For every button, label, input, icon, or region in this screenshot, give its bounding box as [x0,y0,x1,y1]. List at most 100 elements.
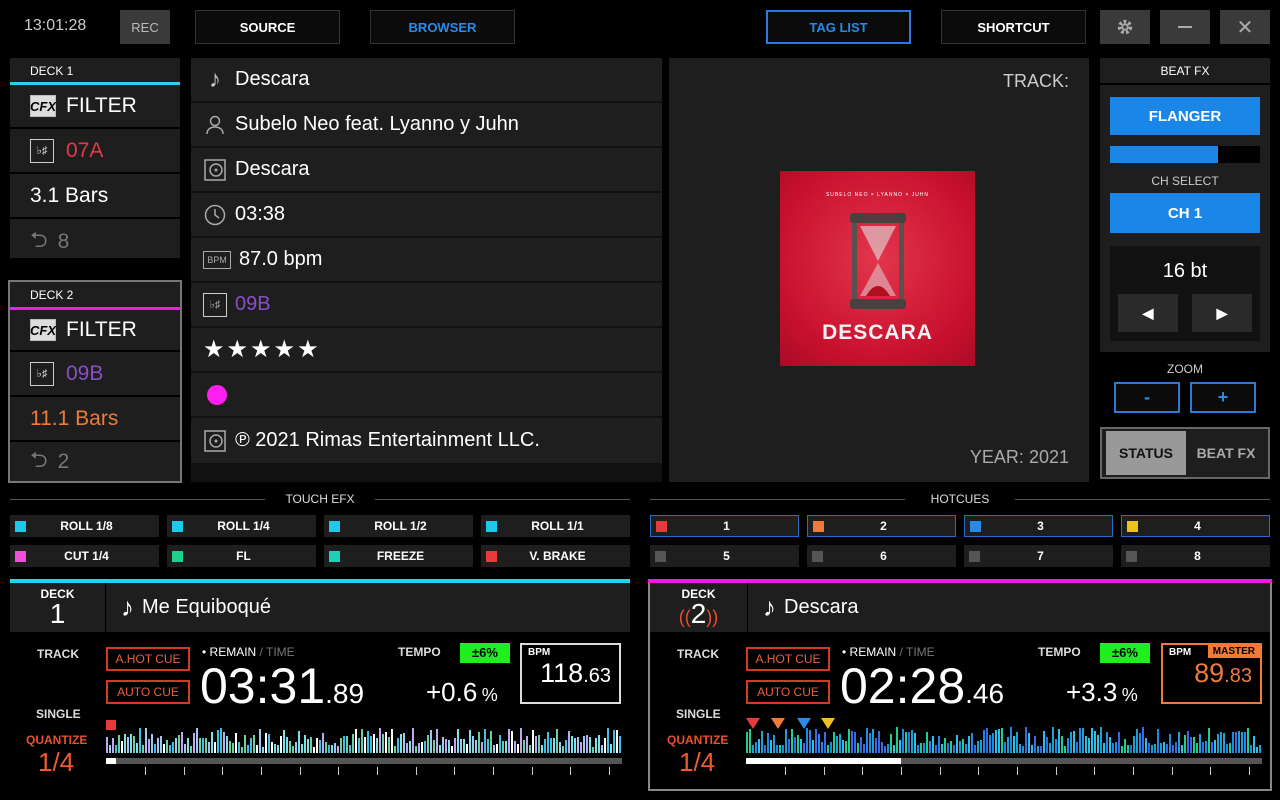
beat-next-button[interactable]: ▶ [1192,294,1252,332]
key-icon: ♭♯ [30,361,54,386]
pad-color-swatch [1126,550,1137,562]
deck-a-bpm-label: BPM [528,647,551,658]
pad-label: FL [236,549,251,563]
music-note-icon: ♪ [209,65,221,93]
key-row: ♭♯ 09B [191,283,662,328]
efx-pad-1[interactable]: ROLL 1/8 [10,515,159,537]
flanger-button[interactable]: FLANGER [1110,97,1260,135]
album-icon [203,429,227,453]
efx-pad-2[interactable]: ROLL 1/4 [167,515,316,537]
hotcue-pad-6[interactable]: 6 [807,545,956,567]
fx-level-bar[interactable] [1110,146,1260,163]
hotcue-pad-3[interactable]: 3 [964,515,1113,537]
year-value: 2021 [1028,447,1069,467]
deck2-info-panel: DECK 2 CFX FILTER ♭♯ 09B 11.1 Bars ⮌ 2 [8,280,182,483]
bpm-icon: BPM [203,250,231,269]
track-info-panel: ♪ Descara Subelo Neo feat. Lyanno y Juhn … [191,58,662,482]
efx-pad-5[interactable]: CUT 1/4 [10,545,159,567]
pad-label: FREEZE [376,549,425,563]
album-icon [203,158,227,182]
deck2-key-row: ♭♯ 09B [10,352,180,397]
browser-button[interactable]: BROWSER [370,10,515,44]
pad-color-swatch [969,550,980,562]
close-icon[interactable]: ✕ [1220,10,1270,44]
cfx-icon: CFX [30,95,56,117]
loop-icon: ⮌ [30,226,48,252]
pad-color-swatch [656,520,667,532]
deck-b-tempo-range[interactable]: ±6% [1100,643,1150,663]
gear-icon[interactable] [1100,10,1150,44]
track-key: 09B [235,293,271,315]
year-row: YEAR: 2021 [970,447,1069,468]
rec-button[interactable]: REC [120,10,170,44]
pad-label: CUT 1/4 [64,549,109,563]
track-time: 03:38 [235,203,286,225]
deck-b-quantize-value[interactable]: 1/4 [679,747,715,778]
year-label: YEAR: [969,447,1024,467]
deck-b-auto-cue-button[interactable]: AUTO CUE [746,680,830,704]
artist-row: Subelo Neo feat. Lyanno y Juhn [191,103,662,148]
efx-pad-6[interactable]: FL [167,545,316,567]
ch1-button[interactable]: CH 1 [1110,193,1260,233]
key-icon: ♭♯ [30,138,54,163]
deck-a: DECK 1 ♪ Me Equiboqué TRACK SINGLE QUANTI… [10,579,630,791]
deck-a-time: 03:31.89 [200,658,365,714]
zoom-label: ZOOM [1167,362,1203,376]
hotcue-pad-1[interactable]: 1 [650,515,799,537]
track-bpm: 87.0 bpm [239,248,323,270]
efx-pad-7[interactable]: FREEZE [324,545,473,567]
track-title: Descara [235,68,310,90]
source-button[interactable]: SOURCE [195,10,340,44]
status-tab[interactable]: STATUS [1106,431,1186,475]
deck-a-auto-cue-button[interactable]: AUTO CUE [106,680,190,704]
deck-a-waveform[interactable] [106,727,622,753]
deck2-key: 09B [66,361,104,385]
pad-label: V. BRAKE [529,549,586,563]
clock-icon [203,203,227,227]
deck2-fx: FILTER [66,318,137,341]
deck-b-waveform[interactable] [746,727,1262,753]
deck-b-progress-bar[interactable] [746,758,1262,764]
beat-fx-title: BEAT FX [1100,58,1270,85]
zoom-in-button[interactable]: + [1190,382,1256,413]
deck-a-tempo-range[interactable]: ±6% [460,643,510,663]
beat-value: 16 bt [1162,260,1208,282]
minimize-icon[interactable] [1160,10,1210,44]
deck1-key: 07A [66,138,104,162]
deck-b-hot-cue-button[interactable]: A.HOT CUE [746,647,830,671]
view-tabs: STATUS BEAT FX [1100,427,1270,479]
deck-a-quantize: QUANTIZE [26,733,88,747]
hotcue-pad-7[interactable]: 7 [964,545,1113,567]
deck2-loop: 2 [57,450,70,473]
efx-pad-3[interactable]: ROLL 1/2 [324,515,473,537]
bpm-row: BPM 87.0 bpm [191,238,662,283]
tag-list-button[interactable]: TAG LIST [766,10,911,44]
deck1-loop-row: ⮌ 8 [10,219,180,264]
deck-a-quantize-value[interactable]: 1/4 [38,747,74,778]
rating-stars[interactable]: ★★★★★ [203,335,321,364]
deck2-fx-row[interactable]: CFX FILTER [10,310,180,352]
hotcue-pad-4[interactable]: 4 [1121,515,1270,537]
shortcut-button[interactable]: SHORTCUT [941,10,1086,44]
loop-icon: ⮌ [30,447,48,472]
color-dot[interactable] [207,384,227,405]
pad-color-swatch [172,520,183,532]
efx-pad-4[interactable]: ROLL 1/1 [481,515,630,537]
hotcue-pad-5[interactable]: 5 [650,545,799,567]
hotcues-title: HOTCUES [930,492,990,506]
zoom-out-button[interactable]: - [1114,382,1180,413]
deck-a-progress-bar[interactable] [106,758,622,764]
deck-a-hot-cue-button[interactable]: A.HOT CUE [106,647,190,671]
hotcue-pad-2[interactable]: 2 [807,515,956,537]
pad-color-swatch [329,550,340,562]
efx-pad-8[interactable]: V. BRAKE [481,545,630,567]
hotcue-pad-8[interactable]: 8 [1121,545,1270,567]
color-row[interactable] [191,373,662,418]
beat-fx-tab[interactable]: BEAT FX [1186,431,1266,475]
rating-row[interactable]: ★★★★★ [191,328,662,373]
beat-prev-button[interactable]: ◀ [1118,294,1178,332]
deck1-fx-row[interactable]: CFX FILTER [10,85,180,129]
track-artist: Subelo Neo feat. Lyanno y Juhn [235,113,519,135]
deck-a-tempo-value: +0.6 % [426,677,498,707]
pad-label: 6 [880,549,887,563]
